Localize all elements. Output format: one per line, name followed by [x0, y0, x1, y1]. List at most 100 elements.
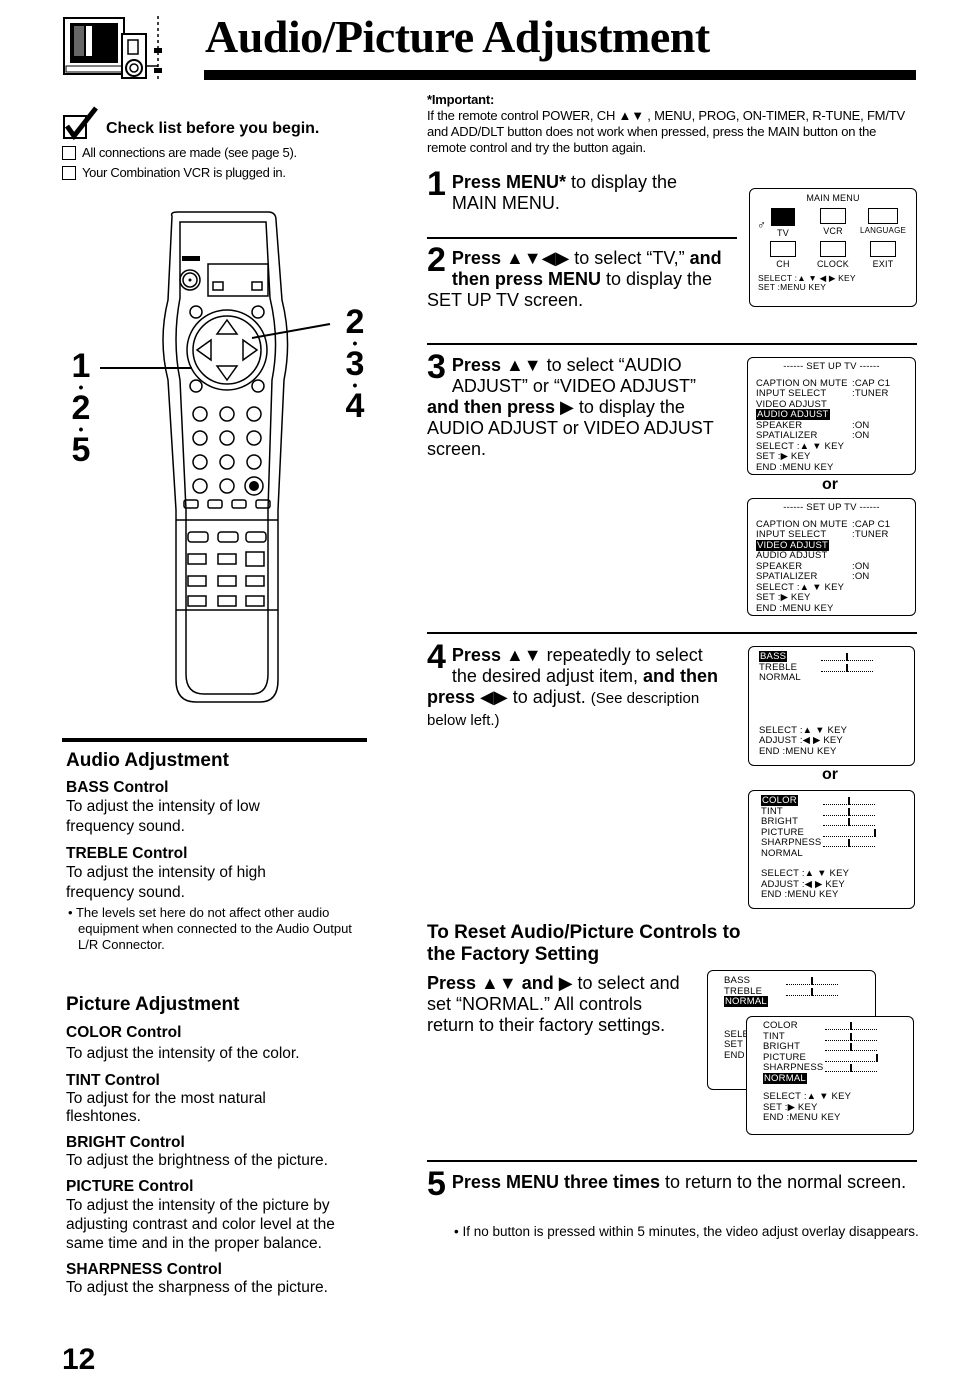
- menu-item-clock[interactable]: CLOCK: [808, 240, 858, 270]
- callout-number: 3: [345, 345, 365, 383]
- tv-icon: [771, 207, 795, 226]
- level-marker: [846, 653, 848, 661]
- level-bar[interactable]: [823, 828, 876, 837]
- section-title: Picture Adjustment: [66, 994, 240, 1015]
- menu-item-exit[interactable]: EXIT: [858, 240, 908, 270]
- step-bold-text: and: [516, 973, 559, 993]
- setup-tv-video-screen: ------ SET UP TV ------ CAPTION ON MUTE:C…: [747, 498, 916, 616]
- step-5: 5 Press MENU three times to return to th…: [427, 1165, 917, 1203]
- osd-row[interactable]: SPATIALIZER:ON: [756, 430, 907, 442]
- menu-item-tv[interactable]: ♂ TV: [757, 207, 808, 239]
- step-1: 1 Press MENU* to display the MAIN MENU.: [427, 165, 727, 214]
- osd-row-label: INPUT SELECT: [756, 388, 827, 399]
- osd-footer-line: SELECT :▲ ▼ KEY: [763, 1091, 852, 1102]
- step-number: 1: [427, 165, 446, 203]
- level-bar[interactable]: [786, 987, 838, 996]
- osd-row-label: CAPTION ON MUTE: [756, 518, 848, 530]
- menu-item-label: LANGUAGE: [859, 226, 907, 235]
- osd-row-label: VIDEO ADJUST: [756, 539, 830, 551]
- control-title: BRIGHT Control: [66, 1134, 185, 1151]
- osd-row-label: SHARPNESS: [761, 837, 822, 848]
- menu-item-vcr[interactable]: VCR: [808, 207, 858, 239]
- osd-row-label: TINT: [761, 805, 783, 817]
- osd-footer-line: SET :▶ KEY: [756, 451, 811, 462]
- callout-number: 2: [345, 303, 365, 341]
- control-body: To adjust the brightness of the picture.: [66, 1152, 328, 1169]
- control-title: TREBLE Control: [66, 845, 188, 862]
- osd-row-label: VIDEO ADJUST: [756, 398, 828, 410]
- level-bar[interactable]: [823, 818, 875, 826]
- language-icon: [868, 207, 898, 224]
- checklist-item[interactable]: Your Combination VCR is plugged in.: [62, 165, 402, 180]
- step-number: 4: [427, 638, 446, 676]
- step-text: to select “TV,”: [569, 248, 690, 268]
- level-bar[interactable]: [823, 797, 875, 805]
- osd-row-label: SPEAKER: [756, 560, 803, 572]
- level-marker: [811, 987, 813, 996]
- level-bar[interactable]: [823, 839, 875, 847]
- osd-row[interactable]: NORMAL: [724, 996, 859, 1008]
- level-bar[interactable]: [825, 1043, 877, 1051]
- menu-item-ch[interactable]: CH: [758, 240, 808, 270]
- checkbox[interactable]: [62, 165, 76, 180]
- level-marker: [848, 818, 850, 826]
- control-title: TINT Control: [66, 1072, 160, 1089]
- level-marker: [850, 1022, 852, 1030]
- osd-rows: CAPTION ON MUTE:CAP C1 INPUT SELECT:TUNER…: [756, 518, 907, 583]
- osd-row[interactable]: NORMAL: [763, 1072, 897, 1085]
- checklist-header: Check list before you begin.: [62, 106, 402, 140]
- menu-item-label: CH: [776, 259, 790, 269]
- osd-row-label-wrap: NORMAL: [724, 996, 786, 1008]
- step-number: 3: [427, 348, 446, 386]
- osd-row-label: NORMAL: [763, 1072, 807, 1084]
- level-bar[interactable]: [825, 1032, 877, 1041]
- osd-row-label-wrap: SPATIALIZER: [756, 430, 852, 442]
- osd-row-label: SPEAKER: [756, 419, 803, 431]
- osd-row-label: PICTURE: [761, 826, 805, 838]
- osd-row-label: SPATIALIZER: [756, 571, 818, 582]
- control-body: To adjust the intensity of the picture b…: [66, 1197, 335, 1252]
- control-title: SHARPNESS Control: [66, 1261, 222, 1278]
- osd-footer-line: ADJUST :◀ ▶ KEY: [759, 735, 843, 746]
- osd-row-label: AUDIO ADJUST: [756, 550, 828, 561]
- callout-number: 5: [71, 431, 91, 469]
- level-bar[interactable]: [821, 653, 873, 661]
- osd-row-label-wrap: NORMAL: [761, 848, 823, 860]
- level-bar[interactable]: [825, 1064, 877, 1072]
- menu-item-language[interactable]: LANGUAGE: [858, 207, 908, 239]
- osd-row[interactable]: SPATIALIZER:ON: [756, 571, 907, 583]
- checkbox[interactable]: [62, 145, 76, 160]
- checklist-item[interactable]: All connections are made (see page 5).: [62, 145, 402, 160]
- level-bar[interactable]: [786, 977, 838, 985]
- level-bar[interactable]: [823, 807, 875, 816]
- control-body: To adjust the intensity of the color.: [66, 1045, 300, 1062]
- step-number: 5: [427, 1165, 446, 1203]
- divider: [427, 1160, 917, 1162]
- osd-footer-line: SELECT :▲ ▼ KEY: [761, 868, 850, 879]
- osd-row-label: SHARPNESS: [763, 1062, 824, 1073]
- osd-row[interactable]: NORMAL: [761, 848, 902, 860]
- audio-adjust-screen: BASS TREBLE NORMAL SELECT :▲ ▼ KEY ADJUST :◀…: [748, 646, 915, 766]
- osd-row[interactable]: INPUT SELECT:TUNER: [756, 529, 907, 541]
- section-rule: [62, 738, 367, 742]
- osd-title: ------ SET UP TV ------: [783, 502, 880, 513]
- step-number: 2: [427, 241, 446, 279]
- control-body: To adjust the sharpness of the picture.: [66, 1279, 328, 1296]
- menu-item-label: VCR: [823, 226, 843, 236]
- step-2: 2 Press ▲▼◀▶ to select “TV,” and then pr…: [427, 241, 737, 311]
- level-bar[interactable]: [825, 1022, 877, 1030]
- osd-row[interactable]: NORMAL: [759, 672, 904, 684]
- osd-row-label: NORMAL: [759, 672, 801, 683]
- level-bar[interactable]: [821, 663, 873, 672]
- level-bar[interactable]: [825, 1053, 878, 1062]
- osd-row[interactable]: SHARPNESS: [763, 1062, 897, 1074]
- remote-control-icon: [100, 211, 331, 703]
- checklist-item-label: All connections are made (see page 5).: [82, 145, 297, 160]
- level-marker: [811, 977, 813, 985]
- level-marker: [846, 663, 848, 672]
- osd-footer-line: END :MENU KEY: [756, 461, 834, 473]
- osd-row-label: COLOR: [763, 1020, 798, 1031]
- clock-icon: [820, 240, 846, 257]
- level-marker: [848, 839, 850, 847]
- step-5-note: • If no button is pressed within 5 minut…: [454, 1224, 919, 1239]
